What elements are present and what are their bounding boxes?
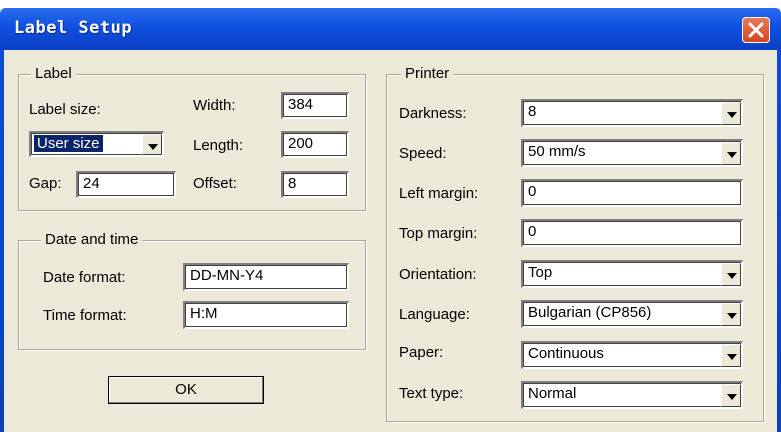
speed-label: Speed: xyxy=(399,145,447,162)
orientation-dropdown[interactable]: Top xyxy=(521,260,743,288)
top-margin-input[interactable]: 0 xyxy=(521,219,743,247)
orientation-value: Top xyxy=(528,264,553,281)
paper-label: Paper: xyxy=(399,344,444,361)
chevron-down-icon xyxy=(727,273,737,279)
dialog-client-area: Label Label size: User size Gap: 24 Widt… xyxy=(4,50,777,432)
gap-label: Gap: xyxy=(29,175,62,192)
paper-value: Continuous xyxy=(528,345,604,362)
language-dropdown[interactable]: Bulgarian (CP856) xyxy=(521,300,743,328)
label-group-legend: Label xyxy=(31,65,76,83)
length-input[interactable]: 200 xyxy=(281,131,349,158)
width-input[interactable]: 384 xyxy=(281,92,349,119)
gap-input[interactable]: 24 xyxy=(76,171,176,198)
printer-group: Printer Darkness: 8 Speed: 50 mm/s Left … xyxy=(386,65,764,422)
chevron-down-icon xyxy=(727,112,737,118)
chevron-down-icon xyxy=(727,152,737,158)
chevron-down-icon xyxy=(727,354,737,360)
darkness-label: Darkness: xyxy=(399,105,467,122)
darkness-value: 8 xyxy=(528,103,537,120)
language-dropdown-arrow[interactable] xyxy=(721,303,741,326)
label-size-dropdown[interactable]: User size xyxy=(29,131,164,157)
speed-dropdown[interactable]: 50 mm/s xyxy=(521,139,743,167)
left-margin-input[interactable]: 0 xyxy=(521,179,743,207)
chevron-down-icon xyxy=(727,313,737,319)
paper-dropdown-arrow[interactable] xyxy=(721,344,741,367)
chevron-down-icon xyxy=(727,394,737,400)
label-setup-window: Label Setup Label Label size: User size … xyxy=(0,8,781,432)
close-icon xyxy=(748,22,764,38)
language-label: Language: xyxy=(399,306,470,323)
length-label: Length: xyxy=(193,137,244,154)
title-bar[interactable]: Label Setup xyxy=(0,8,781,50)
window-title: Label Setup xyxy=(14,18,133,38)
datetime-group-legend: Date and time xyxy=(41,231,143,249)
orientation-label: Orientation: xyxy=(399,266,477,283)
speed-dropdown-arrow[interactable] xyxy=(721,142,741,165)
language-value: Bulgarian (CP856) xyxy=(528,304,652,321)
close-button[interactable] xyxy=(742,17,770,43)
printer-group-legend: Printer xyxy=(401,65,454,83)
offset-input[interactable]: 8 xyxy=(281,171,349,198)
chevron-down-icon xyxy=(148,144,158,150)
darkness-dropdown-arrow[interactable] xyxy=(721,102,741,125)
paper-dropdown[interactable]: Continuous xyxy=(521,341,743,369)
date-format-input[interactable]: DD-MN-Y4 xyxy=(183,263,349,291)
width-label: Width: xyxy=(193,97,236,114)
orientation-dropdown-arrow[interactable] xyxy=(721,263,741,286)
datetime-group: Date and time Date format: DD-MN-Y4 Time… xyxy=(18,231,366,350)
time-format-label: Time format: xyxy=(43,307,127,324)
speed-value: 50 mm/s xyxy=(528,143,586,160)
top-margin-label: Top margin: xyxy=(399,225,478,242)
label-size-dropdown-arrow[interactable] xyxy=(142,134,162,155)
ok-button[interactable]: OK xyxy=(108,376,264,404)
time-format-input[interactable]: H:M xyxy=(183,301,349,329)
text-type-label: Text type: xyxy=(399,385,464,402)
label-size-label: Label size: xyxy=(29,101,101,118)
text-type-dropdown-arrow[interactable] xyxy=(721,384,741,407)
text-type-value: Normal xyxy=(528,385,577,402)
offset-label: Offset: xyxy=(193,175,237,192)
label-group: Label Label size: User size Gap: 24 Widt… xyxy=(18,65,366,211)
label-size-value: User size xyxy=(33,134,104,153)
text-type-dropdown[interactable]: Normal xyxy=(521,381,743,409)
left-margin-label: Left margin: xyxy=(399,185,479,202)
date-format-label: Date format: xyxy=(43,269,126,286)
darkness-dropdown[interactable]: 8 xyxy=(521,99,743,127)
